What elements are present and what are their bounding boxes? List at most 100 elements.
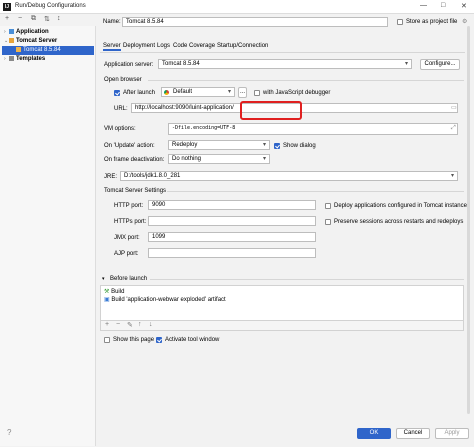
- arrow-up-icon[interactable]: ↑: [138, 321, 142, 328]
- tree-item-tomcat-8584[interactable]: Tomcat 8.5.84: [2, 46, 94, 55]
- app-logo-icon: IJ: [3, 3, 11, 11]
- tree-item-application[interactable]: › Application: [4, 28, 94, 37]
- cancel-button[interactable]: Cancel: [396, 428, 430, 439]
- jmx-port-input[interactable]: 1099: [148, 232, 316, 242]
- tree-item-templates[interactable]: › Templates: [4, 55, 94, 64]
- open-browser-divider: [148, 80, 464, 81]
- jre-label: JRE:: [104, 174, 118, 180]
- jmx-port-label: JMX port:: [114, 235, 140, 241]
- activate-tool-label: Activate tool window: [165, 337, 220, 343]
- show-dialog-label: Show dialog: [283, 143, 316, 149]
- after-launch-label: After launch: [123, 90, 156, 96]
- tree-item-label: Application: [16, 29, 49, 35]
- folder-icon[interactable]: ▭: [451, 104, 457, 111]
- tomcat-icon: [16, 46, 21, 52]
- tomcat-icon: [9, 37, 14, 43]
- title-bar: IJ Run/Debug Configurations — □ ✕: [0, 0, 474, 14]
- url-label: URL:: [114, 106, 128, 112]
- http-port-label: HTTP port:: [114, 203, 144, 209]
- close-icon[interactable]: ✕: [461, 2, 467, 10]
- edit-icon[interactable]: ✎: [127, 321, 133, 329]
- app-server-label: Application server:: [104, 62, 154, 68]
- ok-button[interactable]: OK: [357, 428, 391, 439]
- add-icon[interactable]: +: [5, 15, 9, 22]
- application-icon: [9, 28, 14, 34]
- name-label: Name:: [103, 19, 121, 25]
- https-port-input[interactable]: [148, 216, 316, 226]
- preserve-sessions-label: Preserve sessions across restarts and re…: [334, 219, 464, 225]
- tab-startup-connection[interactable]: Startup/Connection: [217, 42, 268, 51]
- before-launch-header[interactable]: Before launch: [110, 276, 147, 282]
- tab-server[interactable]: Server: [103, 42, 121, 51]
- preserve-sessions-checkbox[interactable]: [325, 219, 331, 225]
- maximize-icon[interactable]: □: [441, 2, 445, 9]
- tab-deployment[interactable]: Deployment: [123, 42, 155, 51]
- tree-item-label: Templates: [16, 56, 46, 62]
- move-icon[interactable]: ⇅: [44, 15, 50, 23]
- add-icon[interactable]: +: [105, 321, 109, 328]
- tomcat-settings-label: Tomcat Server Settings: [104, 188, 167, 194]
- list-item-label: Build 'application-webwar exploded' arti…: [111, 297, 226, 303]
- highlight-annotation: [240, 101, 302, 120]
- remove-icon[interactable]: −: [116, 321, 120, 328]
- browser-more-button[interactable]: ...: [238, 87, 247, 98]
- show-page-label: Show this page: [113, 337, 155, 343]
- apply-button[interactable]: Apply: [435, 428, 469, 439]
- arrow-down-icon[interactable]: ↓: [149, 321, 153, 328]
- tree-item-label: Tomcat Server: [16, 38, 58, 44]
- window-title: Run/Debug Configurations: [15, 3, 86, 9]
- before-launch-list: ⚒ Build ▣ Build 'application-webwar expl…: [100, 285, 464, 321]
- sort-icon[interactable]: ↕: [57, 15, 61, 22]
- tab-code-coverage[interactable]: Code Coverage: [173, 42, 215, 51]
- open-browser-label: Open browser: [104, 77, 142, 83]
- on-frame-label: On frame deactivation:: [104, 157, 165, 163]
- ajp-port-label: AJP port:: [114, 251, 139, 257]
- tree-toolbar: + − ⧉ ⇅ ↕: [0, 14, 96, 26]
- list-item[interactable]: ▣ Build 'application-webwar exploded' ar…: [104, 296, 226, 303]
- after-launch-checkbox[interactable]: [114, 90, 120, 96]
- ajp-port-input[interactable]: [148, 248, 316, 258]
- jre-select[interactable]: D:/tools/jdk1.8.0_281: [120, 171, 458, 181]
- artifact-icon: ▣: [104, 297, 110, 303]
- activate-tool-checkbox[interactable]: [156, 337, 162, 343]
- https-port-label: HTTPs port:: [114, 219, 147, 225]
- js-debugger-checkbox[interactable]: [254, 90, 260, 96]
- chevron-down-icon[interactable]: ▾: [102, 276, 105, 282]
- before-launch-divider: [150, 279, 464, 280]
- on-update-select[interactable]: Redeploy: [168, 140, 270, 150]
- vm-options-input[interactable]: -Dfile.encoding=UTF-8: [168, 123, 458, 135]
- tree-item-tomcat-server[interactable]: ⌄ Tomcat Server: [4, 37, 94, 46]
- list-item[interactable]: ⚒ Build: [104, 288, 124, 295]
- name-input[interactable]: Tomcat 8.5.84: [122, 17, 388, 27]
- browser-value: Default: [173, 89, 193, 95]
- store-project-label: Store as project file: [406, 19, 458, 25]
- tree-item-label: Tomcat 8.5.84: [23, 47, 61, 53]
- help-icon[interactable]: ?: [7, 428, 11, 437]
- before-launch-toolbar: + − ✎ ↑ ↓: [100, 321, 464, 331]
- deploy-apps-checkbox[interactable]: [325, 203, 331, 209]
- app-server-select[interactable]: Tomcat 8.5.84: [158, 59, 412, 69]
- scrollbar-thumb[interactable]: [467, 26, 470, 414]
- browser-select[interactable]: Default: [161, 87, 235, 97]
- tabs-divider: [100, 52, 465, 53]
- configure-button[interactable]: Configure...: [420, 59, 460, 70]
- hammer-icon: ⚒: [104, 289, 110, 295]
- settings-gear-icon[interactable]: ⚙: [462, 18, 467, 25]
- tab-logs[interactable]: Logs: [157, 42, 170, 51]
- store-project-checkbox[interactable]: [397, 19, 403, 25]
- copy-icon[interactable]: ⧉: [31, 15, 36, 23]
- deploy-apps-label: Deploy applications configured in Tomcat…: [334, 203, 467, 209]
- minimize-icon[interactable]: —: [420, 2, 427, 9]
- http-port-input[interactable]: 9090: [148, 200, 316, 210]
- show-page-checkbox[interactable]: [104, 337, 110, 343]
- remove-icon[interactable]: −: [18, 15, 22, 22]
- on-frame-select[interactable]: Do nothing: [168, 154, 270, 164]
- list-item-label: Build: [111, 289, 125, 295]
- configuration-tree: › Application ⌄ Tomcat Server Tomcat 8.5.8…: [0, 26, 96, 446]
- vm-options-label: VM options:: [104, 126, 136, 132]
- expand-icon[interactable]: ⤢: [451, 125, 456, 132]
- wrench-icon: [9, 55, 14, 61]
- scrollbar[interactable]: [466, 26, 471, 416]
- show-dialog-checkbox[interactable]: [274, 143, 280, 149]
- chrome-icon: [164, 90, 169, 95]
